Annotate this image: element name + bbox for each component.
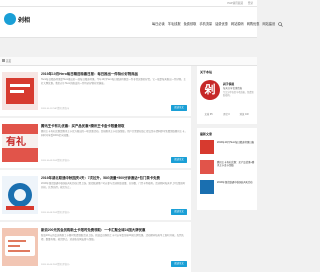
recent-title-text[interactable]: 腾讯王卡有礼优惠：买产品优惠+腾讯王卡金卡领取 [217,161,255,167]
header: 剁相 每日必读 羊毛线报 免费领取 手机流量 话费优惠 网站源码 网购优惠 网站… [0,7,283,38]
nav-item[interactable]: 网站建设 [262,21,275,26]
recent-thumbnail [200,160,214,174]
post-thumbnail[interactable] [2,72,38,110]
post-excerpt: Hero每日精选特惠是Hero推出的一款每日精选特惠，今年10月Hero每日精选… [41,78,186,85]
recent-widget: 最新文章 2019年10月Hero每日精选特惠日报 腾讯王卡有礼优惠：买产品优惠… [197,128,257,210]
post-excerpt: 腾讯王卡有礼优惠是腾讯王卡官方推出的一项优惠活动，目前腾讯王卡在线领取，用户只需… [41,130,187,137]
recent-thumbnail [200,140,214,154]
nav-item[interactable]: 网购优惠 [247,21,260,26]
topbar-link-php[interactable]: PHP资讯频道 [227,2,243,5]
post-thumbnail[interactable] [2,228,38,266]
post-meta: 2019-10-11 PHP资讯 评论(0) [41,108,70,110]
recent-title-text[interactable]: 2019年10月Hero每日精选特惠日报 [217,141,255,144]
breadcrumb: 首页 [0,57,257,66]
topbar-link-login[interactable]: 登录 [248,2,253,5]
stat-comments: 评论 0 [222,113,230,116]
read-more-button[interactable]: 阅读全文 [171,261,187,267]
post-title[interactable]: 腾讯王卡有礼优惠：买产品优惠+腾讯王卡金卡限量领取 [41,124,187,129]
post-excerpt: 2019年湖北联通中秋国庆4天活动已经上线，湖北联通用户可以参与活动获取流量、分… [41,182,186,189]
search-icon[interactable] [278,21,283,27]
about-subtitle: 每天分享优惠情报 [223,87,243,90]
post-card: 有礼 腾讯王卡有礼优惠：买产品优惠+腾讯王卡金卡限量领取 腾讯王卡有礼优惠是腾讯… [0,118,191,168]
nav-item[interactable]: 每日必读 [152,21,165,26]
breadcrumb-home[interactable]: 首页 [6,59,11,63]
brand-name: 剁相 [18,17,31,24]
nav-item[interactable]: 手机流量 [199,21,212,26]
post-excerpt: 新浪200元的会员购新土卡限时免费领取活动上线，新浪会员购新土卡可以享受全球24… [41,234,184,241]
post-meta: 2019-10-08 PHP资讯 评论(0) [41,212,70,214]
list-item[interactable]: 腾讯王卡有礼优惠：买产品优惠+腾讯王卡金卡领取 [200,160,255,176]
read-more-button[interactable]: 阅读全文 [171,157,187,163]
post-title[interactable]: 2019年10月Hero每日精选特惠日报：每日推出一件特价好物商品 [41,72,187,77]
post-thumbnail[interactable] [2,176,38,214]
post-card: 2019年10月Hero每日精选特惠日报：每日推出一件特价好物商品 Hero每日… [0,66,191,116]
stat-posts: 文章 95 [204,113,213,116]
main-nav: 每日必读 羊毛线报 免费领取 手机流量 话费优惠 网站源码 网购优惠 网站建设 [152,21,283,27]
about-stats: 文章 95 评论 0 浏览 1W [200,112,254,116]
post-title[interactable]: 2019年湖北联通中秋国庆4天：7次拉升，58G流量+500分钟通话+包门禁卡免… [41,176,187,181]
logo-mark-icon [4,13,16,25]
nav-item[interactable]: 话费优惠 [215,21,228,26]
list-item[interactable]: 2019年10月Hero每日精选特惠日报 [200,140,255,156]
read-more-button[interactable]: 阅读全文 [171,209,187,215]
about-description: 专注分享各类羊毛线报，免费领取福利。 [223,92,254,98]
nav-item[interactable]: 羊毛线报 [168,21,181,26]
list-item[interactable]: 2019年湖北联通中秋国庆4天活动 [200,180,255,196]
nav-item[interactable]: 免费领取 [184,21,197,26]
post-meta: 2019-10-09 PHP资讯 评论(0) [41,160,70,162]
post-thumbnail[interactable]: 有礼 [2,124,38,162]
nav-item[interactable]: 网站源码 [231,21,244,26]
recent-thumbnail [200,180,214,194]
site-logo[interactable]: 剁相 [4,13,34,31]
svg-text:有礼: 有礼 [6,135,26,148]
avatar: 剁 [200,80,220,100]
post-title[interactable]: 新浪200元的会员购新土卡限时免费领取：一卡汇聚全球24国大牌优惠 [41,228,187,233]
post-card: 2019年湖北联通中秋国庆4天：7次拉升，58G流量+500分钟通话+包门禁卡免… [0,170,191,220]
stat-views: 浏览 1W [239,113,249,116]
home-icon[interactable] [2,59,5,62]
about-widget: 关于本站 剁 剁手情报 每天分享优惠情报 专注分享各类羊毛线报，免费领取福利。 … [197,66,257,124]
recent-title: 最新文章 [200,132,213,136]
topbar: PHP资讯频道 登录 [0,0,257,7]
post-card: 新浪200元的会员购新土卡限时免费领取：一卡汇聚全球24国大牌优惠 新浪200元… [0,222,191,272]
recent-title-text[interactable]: 2019年湖北联通中秋国庆4天活动 [217,181,255,184]
read-more-button[interactable]: 阅读全文 [171,105,187,111]
about-title: 关于本站 [200,70,213,74]
